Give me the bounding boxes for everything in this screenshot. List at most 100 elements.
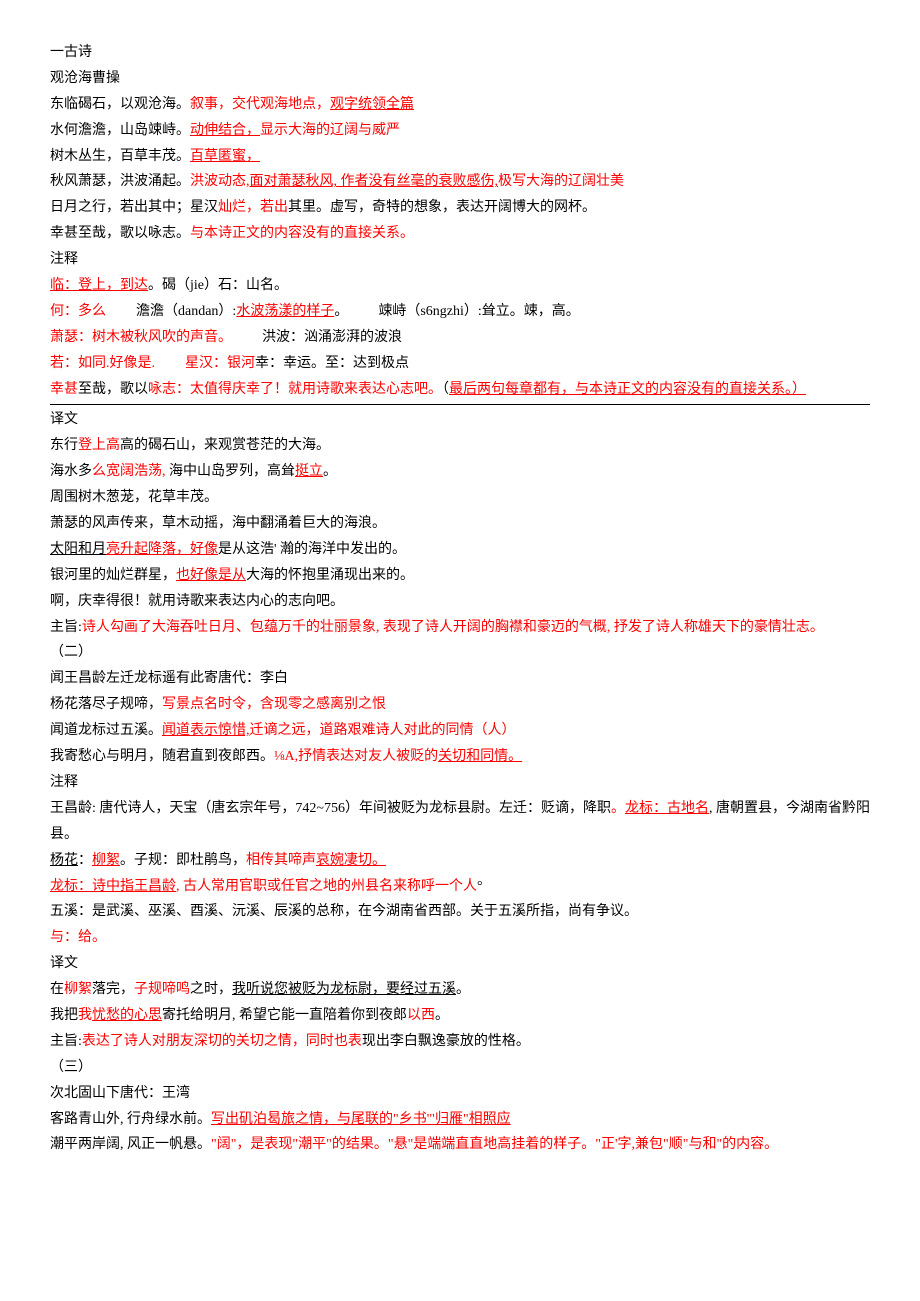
text: 译文 <box>50 956 78 971</box>
note-line: 与：给。 <box>50 925 870 951</box>
note-term: 萧瑟：树木被秋风吹的声音。 <box>50 330 232 345</box>
note-line: 萧瑟：树木被秋风吹的声音。 洪波：汹涌澎湃的波浪 <box>50 325 870 351</box>
text: 幸：幸运。至：达到极点 <box>255 356 409 371</box>
text: 在 <box>50 982 64 997</box>
poem-1-title: 观沧海曹操 <box>50 66 870 92</box>
text: 。 <box>435 1008 449 1023</box>
note-def: 太值得庆幸了！就用诗歌来表达心志吧。 <box>190 382 442 397</box>
text: 。子规：即杜鹃鸟， <box>120 853 246 868</box>
annotation: 以西 <box>407 1008 435 1023</box>
poem-line: 水何澹澹，山岛竦峙。动伸结合，显示大海的辽阔与威严 <box>50 118 870 144</box>
note-term: 杨花 <box>50 853 78 868</box>
note-line: 临：登上，到达。碣（jie）石：山名。 <box>50 273 870 299</box>
poem-line: 我寄愁心与明月，随君直到夜郎西。⅛A,抒情表达对友人被贬的关切和同情。 <box>50 744 870 770</box>
text: 。 <box>611 801 625 816</box>
text: 东临碣石，以观沧海。 <box>50 97 190 112</box>
text: ° <box>477 879 483 894</box>
note-line: 五溪：是武溪、巫溪、酉溪、沅溪、辰溪的总称，在今湖南省西部。关于五溪所指，尚有争… <box>50 899 870 925</box>
poem-line: 闻道龙标过五溪。闻道表示惊惜,迁谪之远，道路艰难诗人对此的同情（人） <box>50 718 870 744</box>
annotation: 也好像是从 <box>176 568 246 583</box>
text: 闻王昌龄左迁龙标遥有此寄唐代：李白 <box>50 671 288 686</box>
text: 落完， <box>92 982 134 997</box>
annotation: "阔"，是表现"潮平"的结果。"悬"是端端直直地高挂着的样子。"正'字,兼包"顺… <box>211 1137 778 1152</box>
text: 海水多 <box>50 464 92 479</box>
note-line: 幸甚至哉，歌以咏志：太值得庆幸了！就用诗歌来表达心志吧。（最后两句每章都有，与本… <box>50 377 870 403</box>
annotation-underline: 面对萧瑟秋风, 作者没有丝毫的衰败感伤, <box>250 174 499 189</box>
text: ： <box>78 853 92 868</box>
text: 。 <box>334 304 348 319</box>
note-def: 相传其啼声 <box>246 853 316 868</box>
text: 日月之行，若出其中；星汉 <box>50 200 218 215</box>
translation-line: 在柳絮落完，子规啼鸣之时，我听说您被贬为龙标尉，要经过五溪。 <box>50 977 870 1003</box>
text: 至哉，歌以 <box>78 382 148 397</box>
text: 水何澹澹，山岛竦峙。 <box>50 123 190 138</box>
annotation-underline: 动伸结合， <box>190 123 260 138</box>
text: 潮平两岸阔, 风正一帆悬。 <box>50 1137 211 1152</box>
text: 闻道龙标过五溪。 <box>50 723 162 738</box>
text: 我听说您被贬为龙标尉，要经过五溪 <box>232 982 456 997</box>
text: 五溪：是武溪、巫溪、酉溪、沅溪、辰溪的总称，在今湖南省西部。关于五溪所指，尚有争… <box>50 904 638 919</box>
note-term: 若：如同.好像是. <box>50 356 155 371</box>
text: 银河里的灿烂群星， <box>50 568 176 583</box>
annotation: 我 <box>78 1008 92 1023</box>
text: 客路青山外, 行舟绿水前。 <box>50 1112 211 1127</box>
translation-line: 海水多么宽阔浩荡, 海中山岛罗列，高耸挺立。 <box>50 459 870 485</box>
translation-line: 啊，庆幸得很！就用诗歌来表达内心的志向吧。 <box>50 589 870 615</box>
text: 太阳和月 <box>50 542 106 557</box>
text: 。 <box>323 464 337 479</box>
annotation: 显示大海的辽阔与威严 <box>260 123 400 138</box>
text: （ <box>442 382 449 397</box>
poem-line: 客路青山外, 行舟绿水前。写出矶泊曷旅之情，与尾联的"乡书'"归雁"相照应 <box>50 1107 870 1133</box>
annotation: 灿烂，若出 <box>218 200 288 215</box>
translation-line: 周围树木葱茏，花草丰茂。 <box>50 485 870 511</box>
theme-line: 主旨:诗人勾画了大海吞吐日月、包蕴万千的壮丽景象, 表现了诗人开阔的胸襟和豪迈的… <box>50 615 870 641</box>
note-term: 星汉：银河 <box>185 356 255 371</box>
text: 大海的怀抱里涌现出来的。 <box>246 568 414 583</box>
theme-text: 诗人勾画了大海吞吐日月、包蕴万千的壮丽景象, 表现了诗人开阔的胸襟和豪迈的气概,… <box>82 620 824 635</box>
divider <box>50 404 870 405</box>
text: 一古诗 <box>50 45 92 60</box>
poem-line: 潮平两岸阔, 风正一帆悬。"阔"，是表现"潮平"的结果。"悬"是端端直直地高挂着… <box>50 1132 870 1158</box>
theme-label: 主旨: <box>50 620 82 635</box>
text: 是从这浩' 瀚的海洋中发出的。 <box>218 542 406 557</box>
annotation-underline: 闻道表示惊惜, <box>162 723 250 738</box>
note-term: 咏志： <box>148 382 190 397</box>
note-line: 王昌龄: 唐代诗人，天宝（唐玄宗年号，742~756）年间被贬为龙标县尉。左迁：… <box>50 796 870 848</box>
text: 次北固山下唐代：王湾 <box>50 1086 190 1101</box>
note-line: 龙标：诗中指王昌龄, 古人常用官职或任官之地的州县名来称呼一个人° <box>50 874 870 900</box>
note-def: 最后两句每章都有，与本诗正文的内容没有的直接关系。） <box>449 382 806 397</box>
text: 东行 <box>50 438 78 453</box>
text: 译文 <box>50 412 78 427</box>
theme-label: 主旨: <box>50 1034 82 1049</box>
note-def: 水波荡漾的样子 <box>236 304 334 319</box>
section-3-header: （三） <box>50 1055 870 1081</box>
section-1-header: 一古诗 <box>50 40 870 66</box>
translation-header: 译文 <box>50 407 870 433</box>
annotation: 登上高 <box>78 438 120 453</box>
poem-line: 幸甚至哉，歌以咏志。与本诗正文的内容没有的直接关系。 <box>50 221 870 247</box>
text: 树木丛生，百草丰茂。 <box>50 149 190 164</box>
poem-line: 树木丛生，百草丰茂。百草匿蜜， <box>50 144 870 170</box>
note-term: 何：多么 <box>50 304 106 319</box>
note-def: 哀婉凄切。 <box>316 853 386 868</box>
annotation: 子规啼鸣 <box>134 982 190 997</box>
text: 秋风萧瑟，洪波涌起。 <box>50 174 190 189</box>
text: 杨花落尽子规啼， <box>50 697 162 712</box>
text: 幸甚至哉，歌以咏志。 <box>50 226 190 241</box>
annotation: 挺立 <box>295 464 323 479</box>
annotation: 迁谪之远，道路艰难诗人对此的同情（人） <box>250 723 516 738</box>
note-def: 柳絮 <box>92 853 120 868</box>
text: 洪波：汹涌澎湃的波浪 <box>262 330 402 345</box>
note-line: 若：如同.好像是. 星汉：银河幸：幸运。至：达到极点 <box>50 351 870 377</box>
translation-line: 东行登上高高的碣石山，来观赏苍茫的大海。 <box>50 433 870 459</box>
annotation: 亮升起降落，好像 <box>106 542 218 557</box>
note-term: 龙标：古地名 <box>625 801 709 816</box>
annotation-underline: 关切和同情。 <box>438 749 522 764</box>
text: 萧瑟的风声传来，草木动摇，海中翻涌着巨大的海浪。 <box>50 516 386 531</box>
text: 观沧海曹操 <box>50 71 120 86</box>
text: 。 <box>456 982 470 997</box>
translation-header: 译文 <box>50 951 870 977</box>
annotation-underline: 观字统领全篇 <box>330 97 414 112</box>
note-term: 龙标：诗中指王昌龄 <box>50 879 176 894</box>
theme-line: 主旨:表达了诗人对朋友深切的关切之情，同时也表现出李白飘逸豪放的性格。 <box>50 1029 870 1055</box>
